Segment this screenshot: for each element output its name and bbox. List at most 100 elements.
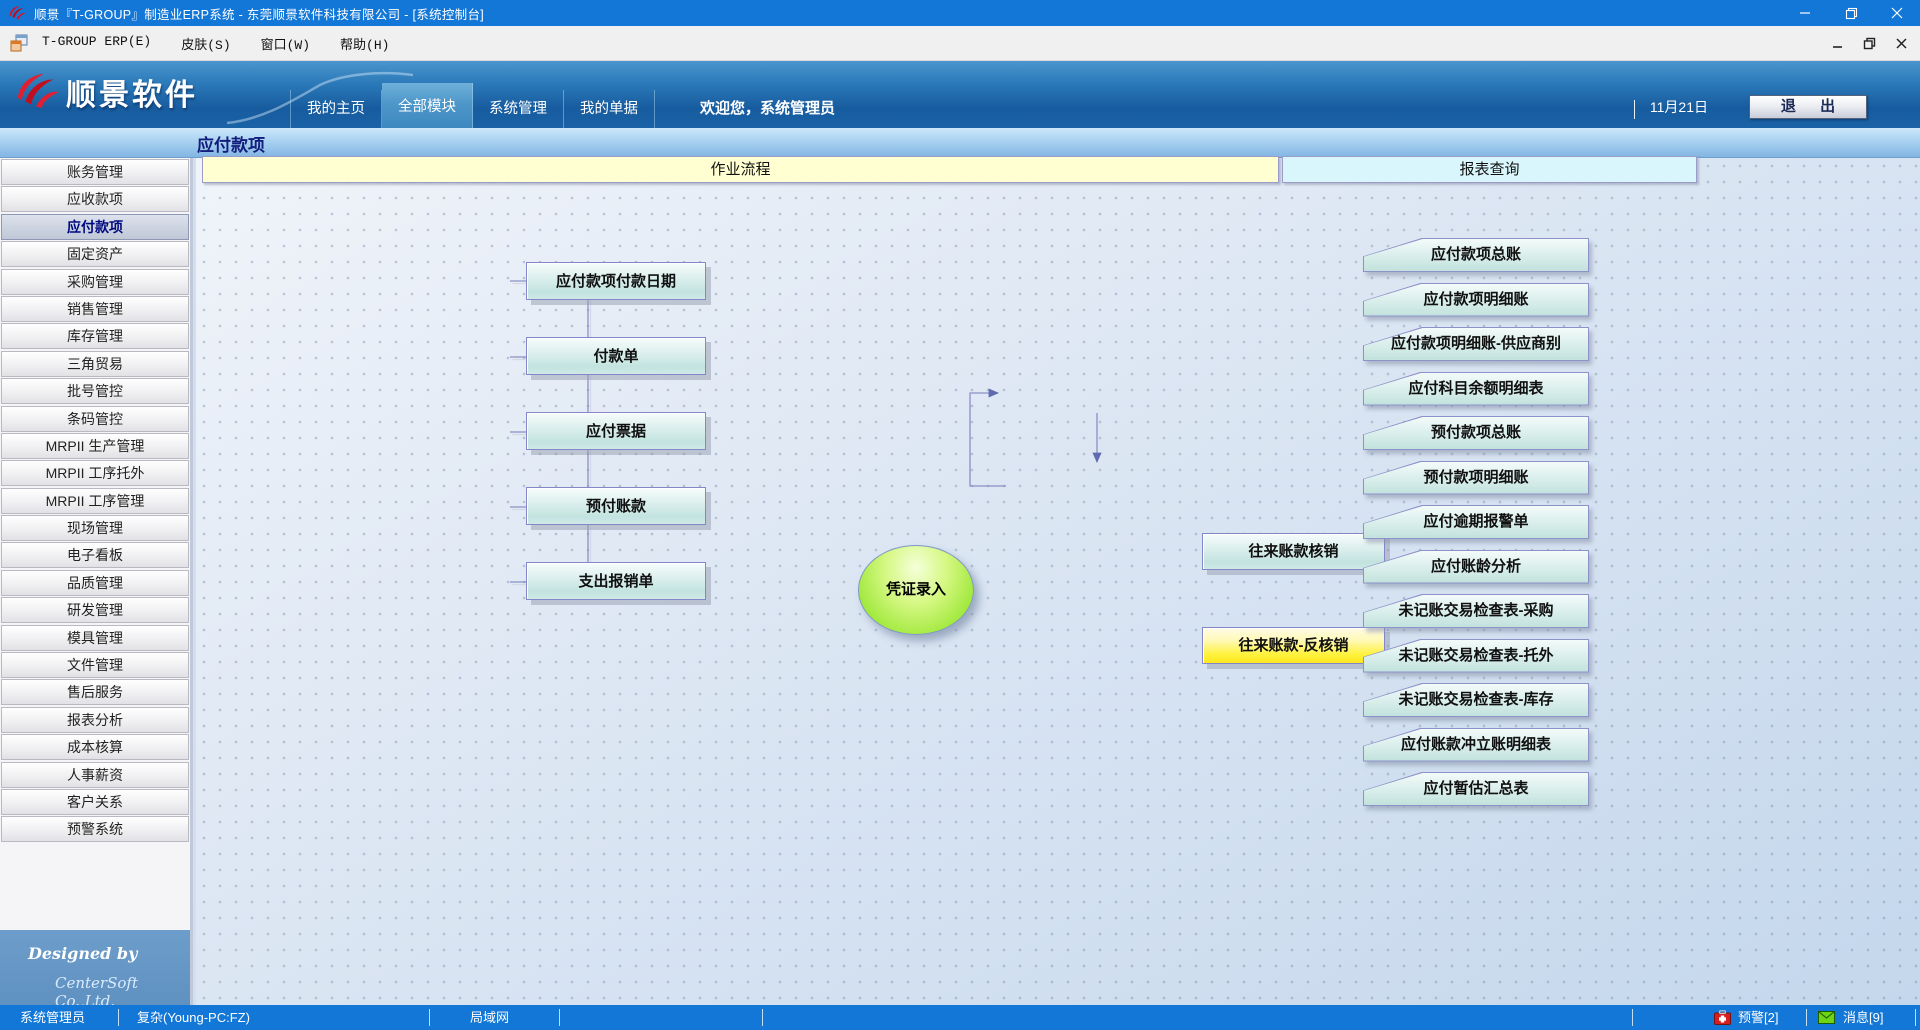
status-separator (118, 1009, 119, 1026)
menu-item[interactable]: T-GROUP ERP(E) (42, 34, 151, 53)
report-button[interactable]: 未记账交易检查表-采购 (1363, 594, 1589, 628)
sidebar-item[interactable]: 研发管理 (1, 597, 189, 623)
report-button-label: 预付款项总账 (1364, 417, 1588, 449)
flow-node-reverse-writeoff[interactable]: 往来账款-反核销 (1202, 627, 1385, 664)
flow-source-box[interactable]: 付款单 (526, 337, 706, 375)
report-button[interactable]: 预付款项明细账 (1363, 461, 1589, 495)
report-button[interactable]: 应付款项总账 (1363, 238, 1589, 272)
flow-source-box[interactable]: 应付票据 (526, 412, 706, 450)
sidebar-footer: Designed by CenterSoft Co.,Ltd. (0, 930, 190, 1005)
sidebar-item[interactable]: 应收款项 (1, 186, 189, 212)
status-separator (762, 1009, 763, 1026)
restore-icon[interactable] (1858, 34, 1880, 54)
report-button-label: 预付款项明细账 (1364, 462, 1588, 494)
close-icon[interactable] (1874, 0, 1920, 26)
status-user: 系统管理员 (20, 1009, 85, 1026)
report-button[interactable]: 未记账交易检查表-托外 (1363, 639, 1589, 673)
sidebar-item[interactable]: 售后服务 (1, 679, 189, 705)
status-machine: 复杂(Young-PC:FZ) (137, 1009, 250, 1026)
sidebar-item[interactable]: 预警系统 (1, 816, 189, 842)
header-date: 11月21日 (1650, 97, 1708, 117)
sidebar-item[interactable]: MRPII 生产管理 (1, 433, 189, 459)
sidebar-item[interactable]: 固定资产 (1, 241, 189, 267)
sidebar-item[interactable]: 报表分析 (1, 707, 189, 733)
minimize-icon[interactable] (1782, 0, 1828, 26)
header-tab[interactable]: 我的主页 (291, 90, 382, 128)
header-tab[interactable]: 我的单据 (564, 90, 655, 128)
status-separator (1806, 1009, 1807, 1026)
restore-icon[interactable] (1828, 0, 1874, 26)
flow-node-voucher-entry[interactable]: 凭证录入 (858, 545, 974, 635)
report-button-label: 未记账交易检查表-库存 (1364, 684, 1588, 716)
report-button[interactable]: 应付账龄分析 (1363, 550, 1589, 584)
sidebar-item[interactable]: 客户关系 (1, 789, 189, 815)
section-tab-workflow[interactable]: 作业流程 (202, 156, 1279, 183)
minimize-icon[interactable] (1826, 34, 1848, 54)
window-title: 顺景『T-GROUP』制造业ERP系统 - 东莞顺景软件科技有限公司 - [系统… (34, 4, 484, 23)
report-button-label: 应付暂估汇总表 (1364, 773, 1588, 805)
report-button-label: 应付款项总账 (1364, 239, 1588, 271)
report-button-label: 应付账龄分析 (1364, 551, 1588, 583)
close-icon[interactable] (1890, 34, 1912, 54)
menu-item[interactable]: 皮肤(S) (181, 34, 230, 53)
flow-node-writeoff[interactable]: 往来账款核销 (1202, 533, 1385, 570)
designed-by-text: Designed by (28, 944, 137, 963)
report-button[interactable]: 应付科目余额明细表 (1363, 372, 1589, 406)
alert-icon (1714, 1010, 1731, 1025)
report-button[interactable]: 应付账款冲立账明细表 (1363, 728, 1589, 762)
menu-item[interactable]: 窗口(W) (261, 34, 310, 53)
sidebar-item[interactable]: 批号管控 (1, 378, 189, 404)
status-separator (559, 1009, 560, 1026)
section-tab-reports[interactable]: 报表查询 (1282, 156, 1697, 183)
exit-button[interactable]: 退 出 (1749, 95, 1867, 119)
report-button[interactable]: 应付暂估汇总表 (1363, 772, 1589, 806)
sidebar-item[interactable]: 三角贸易 (1, 351, 189, 377)
flow-source-box[interactable]: 支出报销单 (526, 562, 706, 600)
sidebar-item[interactable]: 现场管理 (1, 515, 189, 541)
app-logo-icon (8, 4, 26, 22)
brand-name: 顺景软件 (66, 70, 198, 114)
erp-application-window: 顺景『T-GROUP』制造业ERP系统 - 东莞顺景软件科技有限公司 - [系统… (0, 0, 1920, 1030)
report-button-label: 应付款项明细账-供应商别 (1364, 328, 1588, 360)
sidebar-item[interactable]: MRPII 工序托外 (1, 460, 189, 486)
report-button[interactable]: 未记账交易检查表-库存 (1363, 683, 1589, 717)
header-tabs: 我的主页全部模块系统管理我的单据 (290, 90, 655, 128)
status-separator (1915, 1009, 1916, 1026)
sidebar-item[interactable]: 采购管理 (1, 269, 189, 295)
report-button-label: 应付款项明细账 (1364, 284, 1588, 316)
report-button[interactable]: 预付款项总账 (1363, 416, 1589, 450)
report-button-label: 应付逾期报警单 (1364, 506, 1588, 538)
status-messages[interactable]: 消息[9] (1843, 1009, 1883, 1026)
header-tab[interactable]: 系统管理 (473, 90, 564, 128)
report-button[interactable]: 应付款项明细账 (1363, 283, 1589, 317)
module-sidebar: 账务管理应收款项应付款项固定资产采购管理销售管理库存管理三角贸易批号管控条码管控… (0, 158, 193, 1005)
sidebar-item[interactable]: 条码管控 (1, 406, 189, 432)
page-title-bar: 应付款项 (0, 128, 1920, 158)
report-button[interactable]: 应付款项明细账-供应商别 (1363, 327, 1589, 361)
report-button-label: 未记账交易检查表-托外 (1364, 640, 1588, 672)
report-button[interactable]: 应付逾期报警单 (1363, 505, 1589, 539)
status-separator (1632, 1009, 1633, 1026)
sidebar-item[interactable]: 文件管理 (1, 652, 189, 678)
brand-logo: 顺景软件 (14, 67, 198, 117)
flow-source-box[interactable]: 应付款项付款日期 (526, 262, 706, 300)
sidebar-item[interactable]: 账务管理 (1, 159, 189, 185)
flow-source-box[interactable]: 预付账款 (526, 487, 706, 525)
sidebar-item[interactable]: 电子看板 (1, 542, 189, 568)
sidebar-item[interactable]: 应付款项 (1, 214, 189, 240)
sidebar-item[interactable]: 品质管理 (1, 570, 189, 596)
welcome-text: 欢迎您，系统管理员 (700, 97, 835, 118)
sidebar-item[interactable]: 库存管理 (1, 323, 189, 349)
sidebar-item[interactable]: 成本核算 (1, 734, 189, 760)
message-icon (1818, 1010, 1835, 1025)
form-icon (10, 34, 28, 52)
sidebar-item[interactable]: 模具管理 (1, 625, 189, 651)
header-band: 顺景软件 我的主页全部模块系统管理我的单据 欢迎您，系统管理员 11月21日 退… (0, 61, 1920, 128)
header-tab[interactable]: 全部模块 (382, 83, 473, 128)
sidebar-item[interactable]: MRPII 工序管理 (1, 488, 189, 514)
sidebar-item[interactable]: 人事薪资 (1, 762, 189, 788)
menu-item[interactable]: 帮助(H) (340, 34, 389, 53)
status-alerts[interactable]: 预警[2] (1738, 1009, 1778, 1026)
sidebar-item[interactable]: 销售管理 (1, 296, 189, 322)
date-separator (1634, 100, 1635, 119)
